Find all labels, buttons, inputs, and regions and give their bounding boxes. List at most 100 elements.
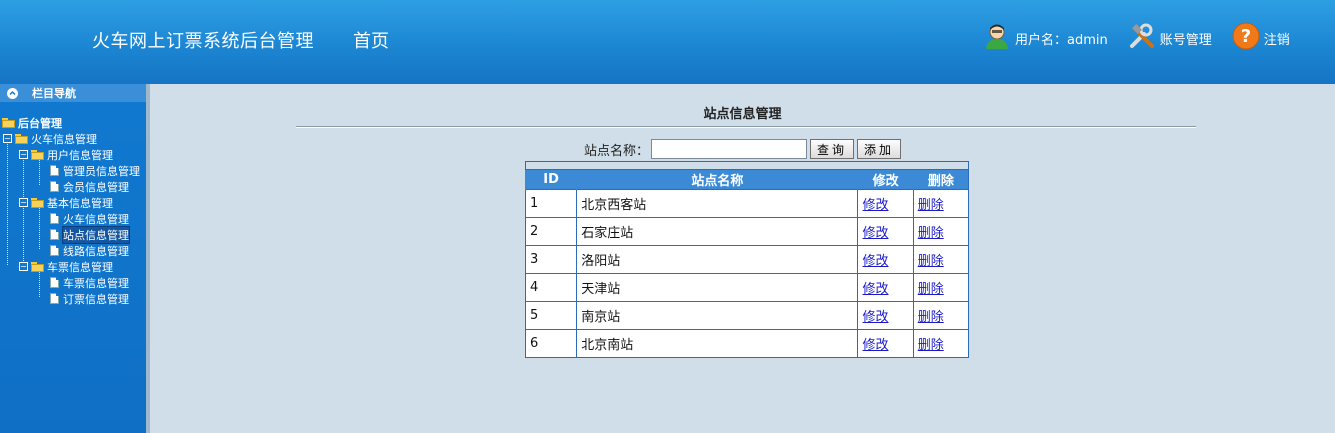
cell-delete: 删除 [912,329,970,358]
table-row: 5 南京站 修改 删除 [524,301,970,330]
edit-link[interactable]: 修改 [862,338,888,353]
main-content: 站点信息管理 站点名称： 查询 添加 ID 站点名称 修改 删除 1 北京西客站… [150,84,1335,433]
username-label: 用户名：admin [1015,32,1108,48]
column-header-edit: 修改 [857,169,914,190]
cell-delete: 删除 [912,245,970,274]
collapse-minus-icon[interactable]: − [19,198,28,207]
column-header-station-name: 站点名称 [576,169,858,190]
tree-label: 火车信息管理 [63,212,129,226]
delete-link[interactable]: 删除 [918,226,944,241]
tree-label: 火车信息管理 [31,132,97,146]
collapse-arrow-icon [7,87,18,99]
cell-station-name: 天津站 [576,273,859,302]
tree-label: 用户信息管理 [47,148,113,162]
cell-id: 4 [524,273,578,302]
top-header: 火车网上订票系统后台管理 首页 用户名：admin 账号管理 ? 注销 [0,0,1335,84]
tree-item-member-info[interactable]: 会员信息管理 [50,179,129,194]
tree-label: 会员信息管理 [63,180,129,194]
search-label: 站点名称： [584,143,650,159]
folder-open-icon [31,261,44,272]
home-link[interactable]: 首页 [353,27,389,53]
tree-item-ticket-info[interactable]: − 车票信息管理 [19,259,113,274]
cell-edit: 修改 [857,189,914,218]
svg-text:?: ? [1241,26,1251,47]
collapse-minus-icon[interactable]: − [19,150,28,159]
table-row: 6 北京南站 修改 删除 [524,329,970,358]
document-icon [50,277,59,288]
folder-open-icon [31,149,44,160]
cell-edit: 修改 [857,217,914,246]
document-icon [50,229,59,240]
cell-id: 1 [524,189,578,218]
cell-edit: 修改 [857,245,914,274]
cell-delete: 删除 [912,189,970,218]
tree-label: 订票信息管理 [63,292,129,306]
document-icon [50,245,59,256]
cell-station-name: 石家庄站 [576,217,859,246]
table-row: 4 天津站 修改 删除 [524,273,970,302]
folder-open-icon [15,133,28,144]
edit-link[interactable]: 修改 [862,282,888,297]
document-icon [50,181,59,192]
document-icon [50,213,59,224]
collapse-minus-icon[interactable]: − [19,262,28,271]
user-info: 用户名：admin [983,22,1108,54]
tree-item-booking-info[interactable]: 订票信息管理 [50,291,129,306]
tree-item-ticket-manage[interactable]: 车票信息管理 [50,275,129,290]
tree-label: 线路信息管理 [63,244,129,258]
edit-link[interactable]: 修改 [862,254,888,269]
nav-header[interactable]: 栏目导航 [0,84,146,102]
edit-link[interactable]: 修改 [862,198,888,213]
delete-link[interactable]: 删除 [918,254,944,269]
page-title: 站点信息管理 [703,107,782,122]
query-button[interactable]: 查询 [810,139,855,159]
tree-label: 站点信息管理 [62,225,130,244]
cell-id: 2 [524,217,578,246]
tree-item-admin-root[interactable]: 后台管理 [2,115,62,130]
tree-item-station-info[interactable]: 站点信息管理 [50,225,130,244]
delete-link[interactable]: 删除 [918,198,944,213]
cell-delete: 删除 [912,273,970,302]
table-row: 2 石家庄站 修改 删除 [524,217,970,246]
edit-link[interactable]: 修改 [862,310,888,325]
tree-label: 后台管理 [18,116,62,130]
tree-item-train-info[interactable]: − 火车信息管理 [3,131,97,146]
tree-item-user-info[interactable]: − 用户信息管理 [19,147,113,162]
app-title: 火车网上订票系统后台管理 [92,31,314,52]
cell-station-name: 洛阳站 [576,245,859,274]
column-header-delete: 删除 [912,169,969,190]
document-icon [50,165,59,176]
cell-station-name: 北京西客站 [576,189,859,218]
nav-title: 栏目导航 [32,87,76,100]
cell-delete: 删除 [912,301,970,330]
tree-item-basic-info[interactable]: − 基本信息管理 [19,195,113,210]
station-name-input[interactable] [651,139,808,159]
delete-link[interactable]: 删除 [918,282,944,297]
document-icon [50,293,59,304]
station-table: ID 站点名称 修改 删除 1 北京西客站 修改 删除 2 石家庄站 修改 删除… [524,161,970,358]
tree-item-train-manage[interactable]: 火车信息管理 [50,211,129,226]
cell-id: 5 [524,301,578,330]
table-row: 3 洛阳站 修改 删除 [524,245,970,274]
logout-link[interactable]: ? 注销 [1232,22,1290,54]
tree-item-admin-info[interactable]: 管理员信息管理 [50,163,140,178]
tree-label: 车票信息管理 [63,276,129,290]
table-top-strip [525,161,969,170]
folder-open-icon [2,117,15,128]
delete-link[interactable]: 删除 [918,338,944,353]
edit-link[interactable]: 修改 [862,226,888,241]
tree-item-route-info[interactable]: 线路信息管理 [50,243,129,258]
collapse-minus-icon[interactable]: − [3,134,12,143]
logout-label: 注销 [1263,32,1290,48]
cell-station-name: 北京南站 [576,329,859,358]
cell-id: 3 [524,245,578,274]
cell-edit: 修改 [857,301,914,330]
tools-icon [1128,22,1160,54]
folder-open-icon [31,197,44,208]
tree-label: 基本信息管理 [47,196,113,210]
delete-link[interactable]: 删除 [918,310,944,325]
account-manage-link[interactable]: 账号管理 [1128,22,1212,54]
column-header-id: ID [524,169,577,190]
tree-label: 车票信息管理 [47,260,113,274]
add-button[interactable]: 添加 [857,139,902,159]
